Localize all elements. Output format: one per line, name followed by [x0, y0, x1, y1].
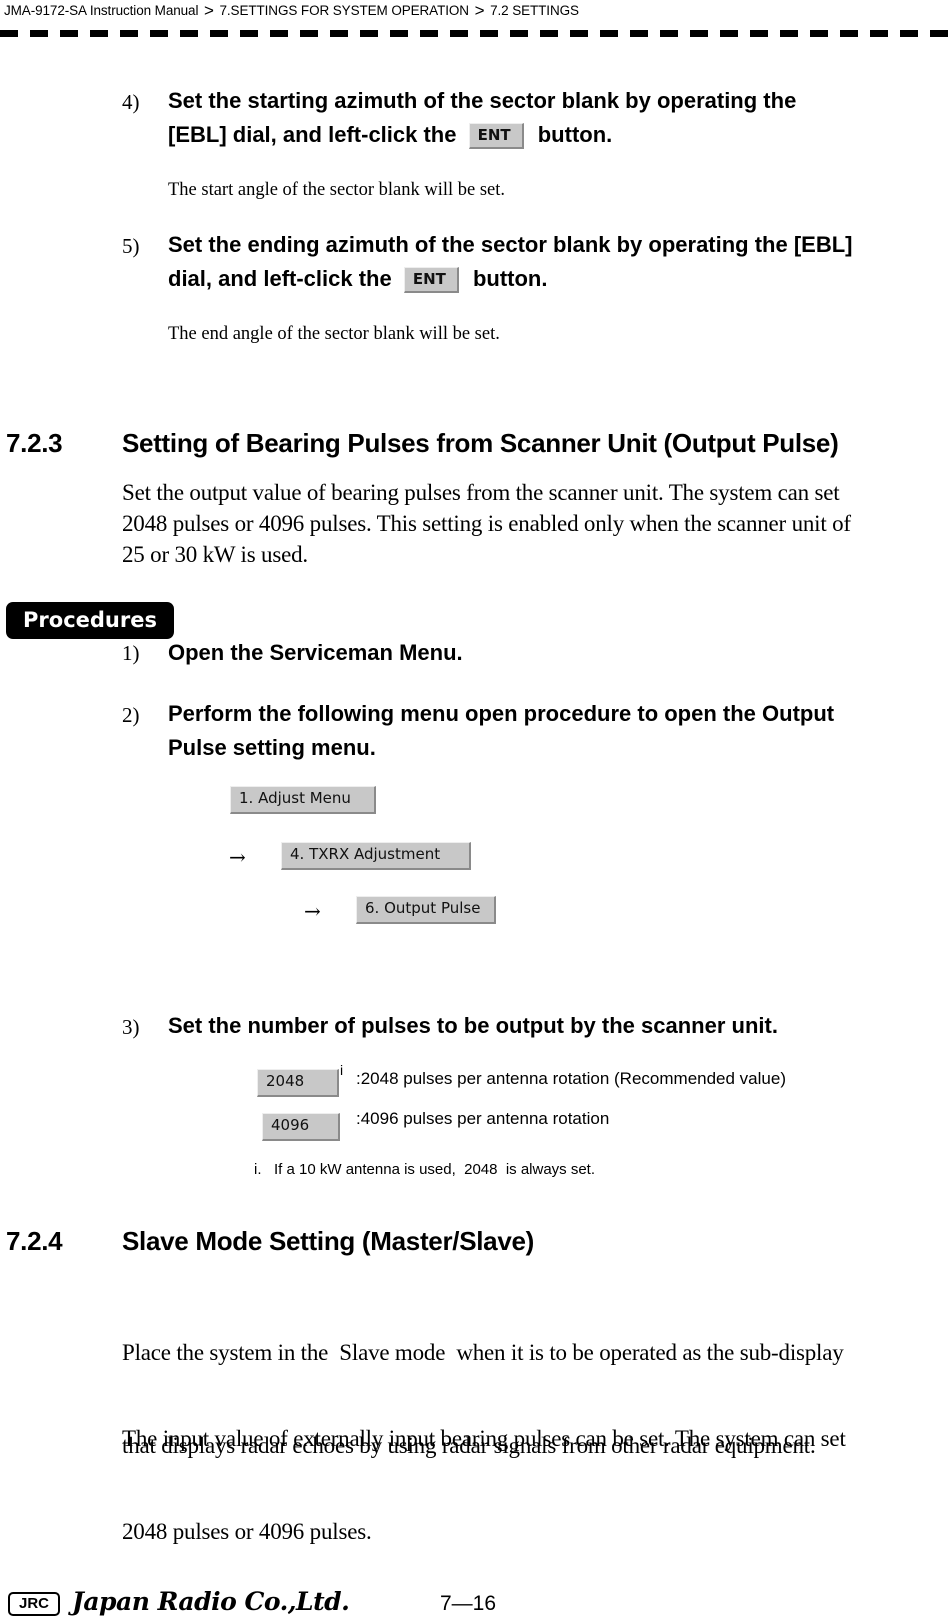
step-line: Pulse setting menu. — [168, 735, 376, 760]
option-button-2048[interactable]: 2048 — [257, 1069, 339, 1097]
step-text: button. — [537, 122, 613, 147]
footnote-text: i. If a 10 kW antenna is used, 2048 is a… — [254, 1161, 596, 1178]
step-number: 2) — [122, 703, 140, 727]
step-number: 1) — [122, 641, 140, 665]
step-number: 5) — [122, 234, 140, 258]
step-instruction: Set the starting azimuth of the sector b… — [168, 84, 796, 152]
option-description: :4096 pulses per antenna rotation — [356, 1109, 610, 1128]
breadcrumb-section[interactable]: 7.2 SETTINGS — [490, 3, 579, 18]
section-title: Setting of Bearing Pulses from Scanner U… — [122, 428, 839, 458]
jrc-logo: JRC — [8, 1592, 60, 1616]
section-body: The input value of externally input bear… — [122, 1361, 846, 1578]
step-line: dial, and left-click the ENT button. — [168, 262, 853, 296]
step-note: The start angle of the sector blank will… — [168, 180, 506, 200]
page-number: 7—16 — [440, 1592, 497, 1615]
body-line: 25 or 30 kW is used. — [122, 542, 308, 567]
step-number: 4) — [122, 90, 140, 114]
footnote-marker[interactable]: i — [340, 1062, 343, 1078]
body-line: 2048 pulses or 4096 pulses. This setting… — [122, 511, 851, 536]
section-number: 7.2.4 — [6, 1226, 63, 1256]
section-body: Set the output value of bearing pulses f… — [122, 477, 851, 570]
breadcrumb: JMA-9172-SA Instruction Manual > 7.SETTI… — [4, 0, 579, 20]
menu-button-output-pulse[interactable]: 6. Output Pulse — [356, 896, 496, 924]
step-line: [EBL] dial, and left-click the ENT butto… — [168, 118, 796, 152]
breadcrumb-separator: > — [474, 1, 485, 20]
option-description: :2048 pulses per antenna rotation (Recom… — [356, 1069, 786, 1088]
breadcrumb-chapter[interactable]: 7.SETTINGS FOR SYSTEM OPERATION — [220, 3, 470, 18]
arrow-right-icon: → — [229, 845, 246, 869]
step-text: [EBL] dial, and left-click the — [168, 122, 457, 147]
step-line: Set the ending azimuth of the sector bla… — [168, 232, 853, 257]
breadcrumb-manual[interactable]: JMA-9172-SA Instruction Manual — [4, 3, 198, 18]
step-line: Set the starting azimuth of the sector b… — [168, 88, 797, 113]
step-number: 3) — [122, 1015, 140, 1039]
header-dashed-divider — [0, 30, 952, 37]
step-instruction: Set the number of pulses to be output by… — [168, 1013, 778, 1038]
ent-button[interactable]: ENT — [468, 123, 524, 150]
step-instruction: Set the ending azimuth of the sector bla… — [168, 228, 853, 296]
procedures-label: Procedures — [6, 602, 174, 639]
option-button-4096[interactable]: 4096 — [262, 1113, 340, 1141]
body-line: Set the output value of bearing pulses f… — [122, 480, 840, 505]
breadcrumb-separator: > — [204, 1, 214, 20]
step-text: dial, and left-click the — [168, 266, 392, 291]
step-note: The end angle of the sector blank will b… — [168, 324, 500, 344]
step-instruction: Open the Serviceman Menu. — [168, 640, 463, 665]
menu-button-adjust-menu[interactable]: 1. Adjust Menu — [230, 786, 376, 814]
step-line: Perform the following menu open procedur… — [168, 701, 835, 726]
menu-button-txrx-adjustment[interactable]: 4. TXRX Adjustment — [281, 842, 471, 870]
section-number: 7.2.3 — [6, 428, 63, 458]
company-logotype: Japan Radio Co.,Ltd. — [72, 1587, 350, 1616]
section-title: Slave Mode Setting (Master/Slave) — [122, 1226, 535, 1256]
body-line: The input value of externally input bear… — [122, 1426, 846, 1451]
ent-button[interactable]: ENT — [403, 267, 459, 294]
arrow-right-icon: → — [304, 899, 321, 923]
step-instruction: Perform the following menu open procedur… — [168, 697, 834, 765]
step-text: button. — [472, 266, 548, 291]
body-line: 2048 pulses or 4096 pulses. — [122, 1519, 372, 1544]
